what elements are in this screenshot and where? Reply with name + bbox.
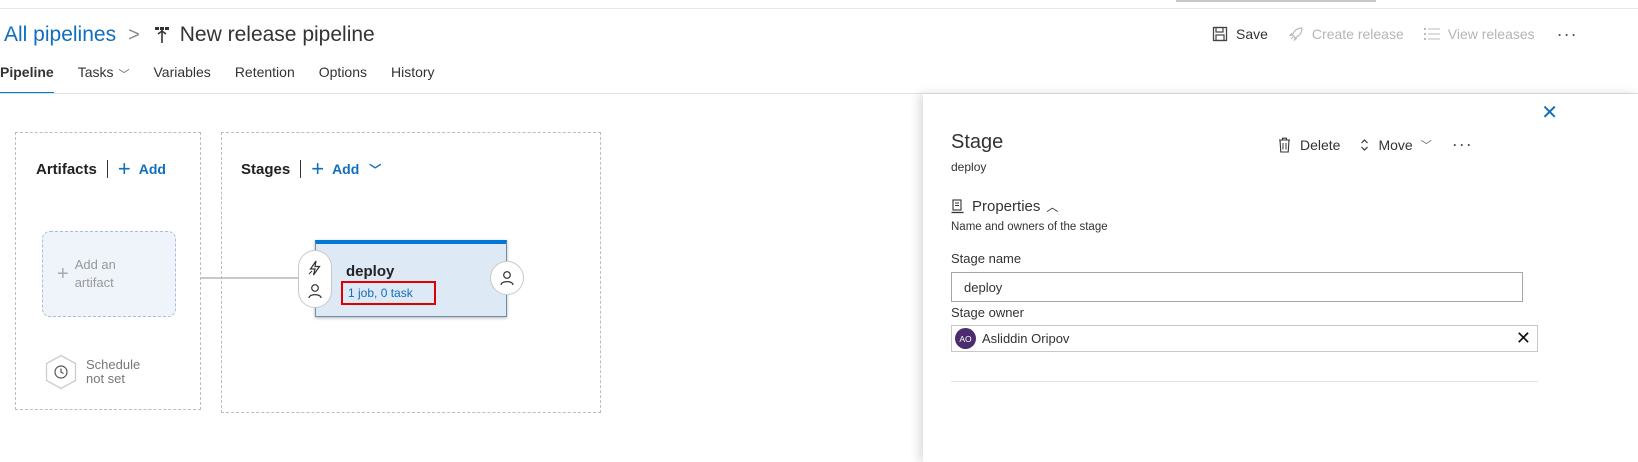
add-stage-button[interactable]: + Add ﹀: [311, 158, 381, 180]
person-approver-icon: [500, 271, 514, 286]
stage-name-label: Stage name: [951, 251, 1022, 266]
header-separator: [106, 160, 108, 178]
plus-icon: +: [57, 263, 69, 285]
stage-card-deploy[interactable]: deploy 1 job, 0 task: [315, 240, 507, 317]
tab-options-label: Options: [318, 64, 367, 80]
plus-icon: +: [311, 156, 325, 181]
panel-subtitle: deploy: [951, 160, 987, 174]
properties-title: Properties: [972, 198, 1041, 215]
panel-divider: [951, 381, 1538, 382]
move-label: Move: [1378, 136, 1413, 153]
tab-pipeline-label: Pipeline: [0, 64, 54, 80]
panel-actions: Delete Move ﹀ ···: [1278, 134, 1473, 155]
delete-label: Delete: [1300, 136, 1341, 153]
tab-history-label: History: [391, 64, 435, 80]
stage-owner-name: Asliddin Oripov: [982, 331, 1070, 346]
artifacts-title: Artifacts: [36, 160, 97, 178]
create-release-label: Create release: [1311, 26, 1404, 42]
delete-stage-button[interactable]: Delete: [1278, 137, 1340, 153]
close-icon[interactable]: ✕: [1541, 100, 1558, 125]
plus-icon: +: [117, 156, 131, 181]
panel-more-button[interactable]: ···: [1452, 134, 1473, 155]
move-stage-button[interactable]: Move ﹀: [1360, 136, 1432, 153]
tab-tasks[interactable]: Tasks ﹀: [78, 64, 130, 94]
all-pipelines-link[interactable]: All pipelines: [4, 23, 116, 47]
artifacts-header: Artifacts + Add: [36, 158, 166, 180]
clear-owner-icon[interactable]: ✕: [1516, 328, 1531, 349]
view-releases-button[interactable]: View releases: [1423, 26, 1535, 42]
stage-name-input[interactable]: [951, 272, 1523, 302]
top-border: [0, 8, 1638, 9]
tab-retention-label: Retention: [234, 64, 295, 80]
stage-owner-picker[interactable]: AO Asliddin Oripov ✕: [951, 325, 1538, 352]
post-deployment-conditions[interactable]: [490, 261, 524, 295]
chevron-down-icon: ﹀: [369, 162, 382, 177]
stages-header: Stages + Add ﹀: [241, 158, 381, 180]
stages-title: Stages: [241, 160, 291, 178]
tab-tasks-label: Tasks: [77, 64, 114, 80]
tab-variables-label: Variables: [153, 64, 211, 80]
stage-properties-panel: ✕ Stage deploy Delete Move ﹀ ··· Propert…: [923, 94, 1638, 462]
pipeline-tabs: Pipeline Tasks ﹀ Variables Retention Opti…: [0, 64, 459, 94]
list-icon: [1423, 28, 1440, 40]
page-title[interactable]: New release pipeline: [180, 23, 375, 47]
schedule-line1: Schedule: [86, 357, 141, 372]
save-icon: [1212, 26, 1228, 42]
pipeline-toolbar: Save Create release View releases ···: [1212, 22, 1578, 46]
header-separator: [300, 160, 302, 178]
chevron-down-icon: ﹀: [118, 69, 130, 81]
avatar: AO: [955, 328, 976, 349]
stage-card-name: deploy: [346, 263, 395, 280]
properties-description: Name and owners of the stage: [951, 221, 1108, 233]
add-artifact-label: Add: [138, 161, 166, 177]
properties-section-toggle[interactable]: Properties ︿: [951, 198, 1058, 215]
add-stage-label: Add: [332, 161, 360, 177]
save-button[interactable]: Save: [1212, 26, 1268, 42]
add-artifact-text: Add an artifact: [75, 256, 116, 292]
tab-options[interactable]: Options: [319, 64, 367, 94]
view-releases-label: View releases: [1447, 26, 1535, 42]
add-artifact-button[interactable]: + Add: [118, 158, 166, 180]
tab-retention[interactable]: Retention: [235, 64, 295, 94]
tab-variables[interactable]: Variables: [153, 64, 210, 94]
schedule-line2: not set: [86, 371, 126, 386]
stage-jobs-link[interactable]: 1 job, 0 task: [341, 281, 436, 305]
sort-arrows-icon: [1361, 138, 1369, 151]
pre-deployment-conditions[interactable]: [298, 250, 332, 308]
chevron-down-icon: ﹀: [1420, 139, 1432, 152]
tab-history[interactable]: History: [391, 64, 435, 94]
chevron-up-icon: ︿: [1046, 200, 1059, 214]
trash-icon: [1279, 137, 1290, 153]
add-artifact-card[interactable]: + Add an artifact: [42, 231, 176, 317]
lightning-trigger-icon: [308, 260, 321, 275]
panel-title: Stage: [951, 131, 1004, 153]
more-actions-button[interactable]: ···: [1557, 24, 1578, 45]
release-pipeline-icon: [154, 27, 169, 43]
add-artifact-line2: artifact: [74, 275, 114, 290]
schedule-trigger[interactable]: Schedule not set: [44, 354, 140, 390]
add-artifact-line1: Add an: [74, 257, 116, 272]
clock-icon: [45, 354, 77, 390]
properties-icon: [951, 199, 964, 214]
create-release-button[interactable]: Create release: [1288, 26, 1404, 42]
rocket-icon: [1288, 27, 1303, 42]
breadcrumb-chevron: >: [128, 23, 140, 46]
breadcrumb: All pipelines > New release pipeline: [0, 18, 375, 52]
top-scroll-indicator: [1176, 0, 1376, 2]
person-approver-icon: [308, 283, 322, 298]
stage-owner-label: Stage owner: [951, 305, 1024, 320]
save-label: Save: [1236, 26, 1268, 42]
schedule-text: Schedule not set: [86, 358, 140, 386]
tab-pipeline[interactable]: Pipeline: [0, 64, 54, 94]
